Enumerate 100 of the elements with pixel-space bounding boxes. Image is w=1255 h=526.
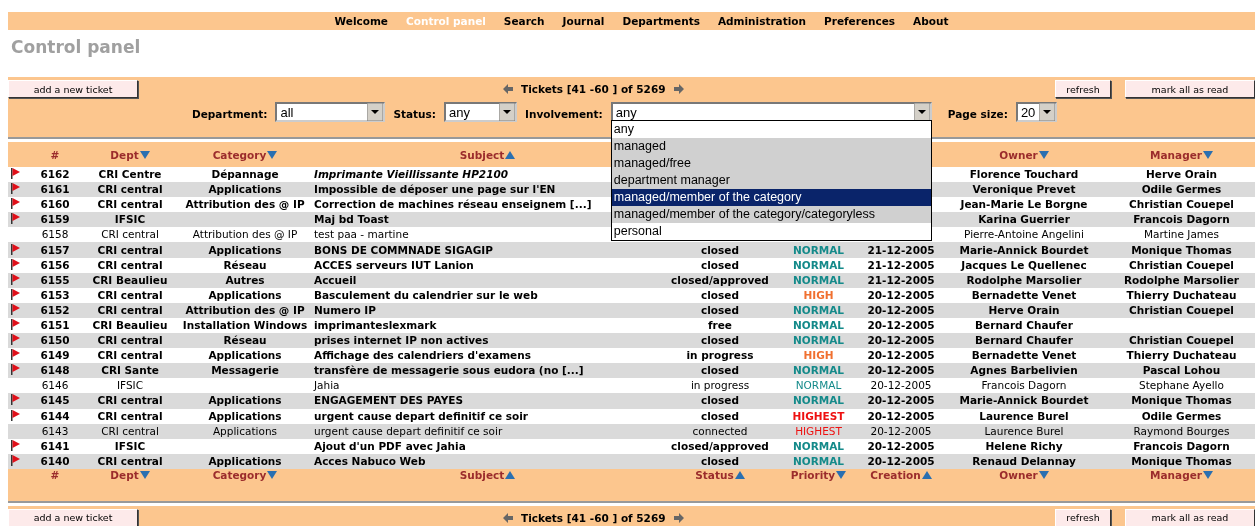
department-text: CRI Beaulieu [92, 319, 168, 331]
column-header[interactable]: Category [212, 468, 267, 481]
nav-link[interactable]: Search [503, 15, 545, 27]
category-text: Autres [225, 273, 265, 286]
manager-name: Monique Thomas [1131, 454, 1232, 467]
creation-date: 20-12-2005 [870, 424, 932, 437]
select-field[interactable]: any [444, 102, 518, 122]
owner-name: Jean-Marie Le Borgne [960, 198, 1088, 211]
priority-text: NORMAL [792, 319, 845, 331]
column-header[interactable]: Dept [110, 468, 139, 481]
dropdown-option[interactable]: managed/free [611, 155, 931, 172]
column-header[interactable]: Manager [1150, 468, 1202, 481]
manager-name: Christian Couepel [1129, 303, 1234, 316]
priority-text: NORMAL [792, 454, 845, 467]
ticket-number: 6146 [41, 379, 69, 392]
select-field[interactable]: 20 [1015, 102, 1057, 122]
add-ticket-button[interactable]: add a new ticket [8, 508, 138, 526]
mark-all-read-button[interactable]: mark all as read [1125, 80, 1255, 98]
department-text: CRI Beaulieu [92, 273, 168, 286]
refresh-button[interactable]: refresh [1055, 508, 1111, 526]
subject-link[interactable]: Numero IP [314, 303, 376, 316]
owner-name: Agnes Barbelivien [970, 364, 1078, 377]
dropdown-option[interactable]: managed/member of the category [611, 189, 931, 206]
column-header[interactable]: # [50, 468, 60, 481]
category-text: Applications [208, 409, 282, 422]
ticket-number: 6149 [40, 349, 70, 362]
mark-all-read-button[interactable]: mark all as read [1125, 508, 1255, 526]
pager-text: Tickets [41 -60 ] of 5269 [521, 83, 666, 95]
column-header[interactable]: Status [695, 468, 734, 481]
subject-link[interactable]: imprimanteslexmark [314, 319, 437, 331]
ticket-number: 6155 [40, 273, 70, 286]
creation-date: 20-12-2005 [867, 303, 935, 316]
manager-name: Herve Orain [1146, 168, 1217, 181]
category-text: Réseau [223, 334, 267, 347]
category-text: Réseau [223, 258, 267, 271]
next-arrow-icon [673, 84, 684, 94]
nav-link[interactable]: Welcome [334, 15, 388, 27]
dropdown-option[interactable]: managed/member of the category/categoryless [611, 206, 931, 223]
add-ticket-button[interactable]: add a new ticket [8, 80, 138, 98]
dropdown-option[interactable]: any [611, 121, 931, 138]
ticket-number: 6144 [40, 409, 70, 422]
dropdown-option[interactable]: managed [611, 138, 931, 155]
subject-link[interactable]: Jahia [314, 379, 340, 392]
dropdown-option[interactable]: personal [611, 223, 931, 240]
nav-link[interactable]: Departments [622, 15, 700, 27]
manager-name: Monique Thomas [1131, 243, 1232, 256]
subject-link[interactable]: test paa - martine [314, 228, 409, 241]
priority-text: NORMAL [792, 303, 845, 316]
column-header[interactable]: Owner [999, 468, 1038, 481]
department-text: CRI central [97, 183, 163, 196]
nav-link[interactable]: About [913, 15, 949, 27]
dropdown-option[interactable]: department manager [611, 172, 931, 189]
ticket-number: 6148 [40, 364, 70, 377]
manager-name: Thierry Duchateau [1126, 288, 1237, 301]
owner-name: Renaud Delannay [972, 454, 1076, 467]
manager-name: Christian Couepel [1129, 198, 1234, 211]
department-text: CRI central [97, 258, 163, 271]
ticket-number: 6140 [40, 454, 70, 467]
manager-name: Christian Couepel [1129, 258, 1234, 271]
column-header[interactable]: Owner [999, 148, 1038, 161]
category-text: Applications [208, 349, 282, 362]
status-text: closed [701, 394, 739, 407]
manager-name: Francois Dagorn [1133, 439, 1230, 452]
manager-name: Rodolphe Marsolier [1123, 273, 1240, 286]
priority-text: NORMAL [792, 258, 845, 271]
subject-link[interactable]: Maj bd Toast [314, 213, 389, 226]
select-field[interactable]: all [275, 102, 386, 122]
filter-label: Status: [393, 107, 437, 120]
column-header[interactable]: # [50, 148, 60, 161]
subject-link[interactable]: Accueil [314, 273, 357, 286]
subject-link[interactable]: ACCES serveurs IUT Lanion [314, 258, 474, 271]
next-arrow-icon [673, 512, 684, 523]
column-header[interactable]: Subject [459, 148, 505, 161]
column-header[interactable]: Subject [459, 468, 505, 481]
nav-link[interactable]: Journal [562, 15, 605, 27]
pager-text: Tickets [41 -60 ] of 5269 [521, 511, 666, 524]
subject-link[interactable]: Ajout d'un PDF avec Jahia [314, 439, 466, 452]
manager-name: Thierry Duchateau [1126, 349, 1237, 362]
department-text: CRI central [97, 394, 163, 407]
priority-text: NORMAL [795, 379, 842, 392]
column-header[interactable]: Manager [1150, 148, 1202, 161]
ticket-number: 6161 [40, 183, 70, 196]
owner-name: Bernard Chaufer [975, 334, 1073, 347]
status-text: closed [701, 364, 739, 377]
column-header[interactable]: Dept [110, 148, 139, 161]
department-text: CRI central [97, 334, 163, 347]
nav-link[interactable]: Administration [717, 15, 806, 27]
page-title: Control panel [10, 36, 142, 59]
ticket-number: 6151 [40, 319, 70, 331]
creation-date: 20-12-2005 [867, 319, 935, 331]
status-text: free [708, 319, 732, 331]
status-text: connected [692, 424, 748, 437]
refresh-button[interactable]: refresh [1055, 80, 1111, 98]
status-text: in progress [690, 379, 750, 392]
manager-name: Pascal Lohou [1142, 364, 1221, 377]
creation-date: 20-12-2005 [867, 288, 935, 301]
owner-name: Karina Guerrier [978, 213, 1070, 226]
owner-name: Florence Touchard [969, 168, 1079, 181]
subject-link[interactable]: Imprimante Vieillissante HP2100 [314, 168, 509, 181]
nav-link[interactable]: Preferences [824, 15, 896, 27]
